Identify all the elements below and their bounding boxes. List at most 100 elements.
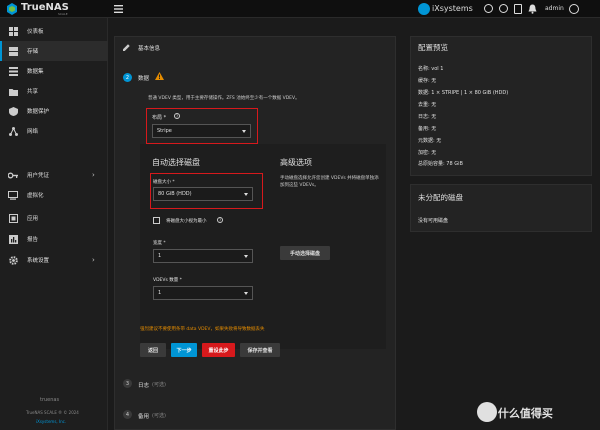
reports-icon — [8, 234, 18, 244]
preview-line: 加密: 无 — [418, 150, 437, 156]
chevron-down-icon — [242, 130, 246, 133]
credentials-icon — [8, 170, 18, 180]
chevron-down-icon — [244, 193, 248, 196]
preview-line: 名称: vol 1 — [418, 66, 444, 72]
sidebar-item-data-protection[interactable]: 数据保护 — [0, 101, 108, 121]
brand-name: iXsystems — [432, 4, 473, 13]
step-number: 2 — [125, 74, 130, 81]
sidebar-item-label: 共享 — [27, 89, 39, 95]
chevron-down-icon — [244, 292, 248, 295]
vdev-count-select[interactable]: 1 — [153, 286, 253, 300]
sidebar-item-shares[interactable]: 共享 — [0, 81, 108, 101]
sidebar-item-label: 数据保护 — [27, 109, 50, 115]
preview-line: 总原始容量: 78 GiB — [418, 161, 463, 167]
preview-line: 备用: 无 — [418, 126, 437, 132]
preview-line: 去重: 无 — [418, 102, 437, 108]
sidebar-item-system-settings[interactable]: 系统设置 › — [0, 250, 108, 270]
step-data-title[interactable]: 数据 — [138, 74, 149, 82]
layout-select[interactable]: Stripe — [152, 124, 251, 138]
sidebar-item-label: 应用 — [27, 216, 39, 222]
footer-hostname: truenas — [40, 397, 60, 403]
reset-step-button[interactable]: 重设此步 — [202, 343, 235, 357]
next-button[interactable]: 下一步 — [171, 343, 197, 357]
sidebar-item-reports[interactable]: 报告 — [0, 229, 108, 249]
layout-select-value: Stripe — [157, 128, 172, 134]
footer-version: TrueNAS SCALE ® © 2024 — [26, 410, 79, 415]
width-select-value: 1 — [158, 253, 162, 259]
config-preview-card: 配置预览 — [410, 36, 592, 176]
step-basic-info[interactable]: 基本信息 — [138, 44, 160, 52]
shares-icon — [8, 86, 18, 96]
data-vdev-description: 普通 VDEV 类型，用于主要存储操作。ZFS 池始终至少有一个数据 VDEV。 — [148, 96, 300, 101]
preview-line: 元数据: 无 — [418, 138, 442, 144]
datasets-icon — [8, 66, 18, 76]
sidebar-item-label: 用户凭证 — [27, 173, 50, 179]
save-and-review-button[interactable]: 保存并查看 — [240, 343, 280, 357]
app-logo-sub: SCALE — [58, 12, 68, 16]
truenas-logo-icon[interactable] — [6, 3, 18, 15]
disk-size-select-value: 80 GiB (HDD) — [158, 191, 192, 197]
warning-icon — [155, 72, 164, 82]
network-icon — [8, 126, 18, 136]
unassigned-disks-text: 没有可用磁盘 — [418, 218, 449, 224]
sidebar-item-label: 虚拟化 — [27, 193, 44, 199]
step-number: 4 — [125, 411, 130, 418]
data-protection-icon — [8, 106, 18, 116]
width-select[interactable]: 1 — [153, 249, 253, 263]
chevron-down-icon — [244, 255, 248, 258]
back-button[interactable]: 返回 — [140, 343, 166, 357]
truecommand-icon[interactable] — [484, 4, 493, 13]
step-number-badge: 2 — [123, 73, 132, 82]
sidebar-item-datasets[interactable]: 数据集 — [0, 61, 108, 81]
dashboard-icon — [8, 26, 18, 36]
user-name[interactable]: admin — [545, 5, 564, 12]
feedback-icon[interactable] — [499, 4, 508, 13]
advanced-options-title: 高级选项 — [280, 158, 312, 167]
footer-company-link[interactable]: iXsystems, Inc. — [36, 419, 66, 424]
step-spare-title[interactable]: 备用 — [138, 412, 149, 420]
sidebar-item-network[interactable]: 网络 — [0, 121, 108, 141]
ixsystems-logo-icon — [418, 3, 430, 15]
unassigned-disks-title: 未分配的磁盘 — [418, 193, 463, 202]
manual-disk-select-button[interactable]: 手动选择磁盘 — [280, 246, 330, 260]
sidebar-item-credentials[interactable]: 用户凭证 › — [0, 165, 108, 185]
sidebar-item-apps[interactable]: 应用 — [0, 208, 108, 228]
chevron-right-icon: › — [92, 171, 95, 179]
treat-as-min-label: 将磁盘大小视为最小 — [166, 219, 207, 224]
storage-icon — [8, 46, 18, 56]
pencil-icon — [123, 44, 130, 53]
virtualization-icon — [8, 190, 18, 200]
help-icon[interactable]: ? — [174, 113, 180, 119]
disk-size-select[interactable]: 80 GiB (HDD) — [153, 187, 253, 201]
config-preview-title: 配置预览 — [418, 43, 448, 52]
step-log-optional: (可选) — [152, 382, 166, 388]
step-number-badge: 4 — [123, 410, 132, 419]
step-spare-optional: (可选) — [152, 413, 166, 419]
treat-as-min-checkbox[interactable] — [153, 217, 160, 224]
stripe-warning-text: 强烈建议不要使用条带 data VDEV，如果失败将导致数据丢失 — [140, 327, 265, 332]
advanced-options-description: 手动磁盘选择允许您创建 VDEVs 并将磁盘单独添加到这些 VDEVs。 — [280, 176, 379, 188]
notifications-icon[interactable] — [528, 4, 537, 14]
menu-toggle-icon[interactable] — [114, 5, 123, 13]
sidebar-item-storage[interactable]: 存储 — [0, 41, 108, 61]
sidebar-item-dashboard[interactable]: 仪表板 — [0, 21, 108, 41]
preview-line: 数据: 1 × STRIPE | 1 × 80 GiB (HDD) — [418, 90, 509, 96]
sidebar-item-label: 报告 — [27, 237, 39, 243]
vdev-count-select-value: 1 — [158, 290, 162, 296]
top-bar: TrueNAS SCALE iXsystems admin — [0, 0, 600, 18]
jobs-icon[interactable] — [514, 4, 522, 14]
width-label: 宽度 * — [153, 241, 166, 246]
layout-label: 布局 * — [152, 115, 167, 121]
sidebar-item-label: 系统设置 — [27, 258, 50, 264]
step-log-title[interactable]: 日志 — [138, 381, 149, 389]
sidebar-item-label: 网络 — [27, 129, 39, 135]
step-number: 3 — [125, 380, 130, 387]
disk-size-label: 磁盘大小 * — [153, 180, 175, 185]
help-icon[interactable]: ? — [217, 217, 223, 223]
sidebar-item-label: 数据集 — [27, 69, 44, 75]
sidebar-item-virtualization[interactable]: 虚拟化 — [0, 185, 108, 205]
watermark-text: 值 什么值得买 — [483, 407, 553, 420]
power-icon[interactable] — [569, 4, 579, 14]
unassigned-disks-card: 未分配的磁盘 没有可用磁盘 — [410, 184, 592, 232]
step-number-badge: 3 — [123, 379, 132, 388]
